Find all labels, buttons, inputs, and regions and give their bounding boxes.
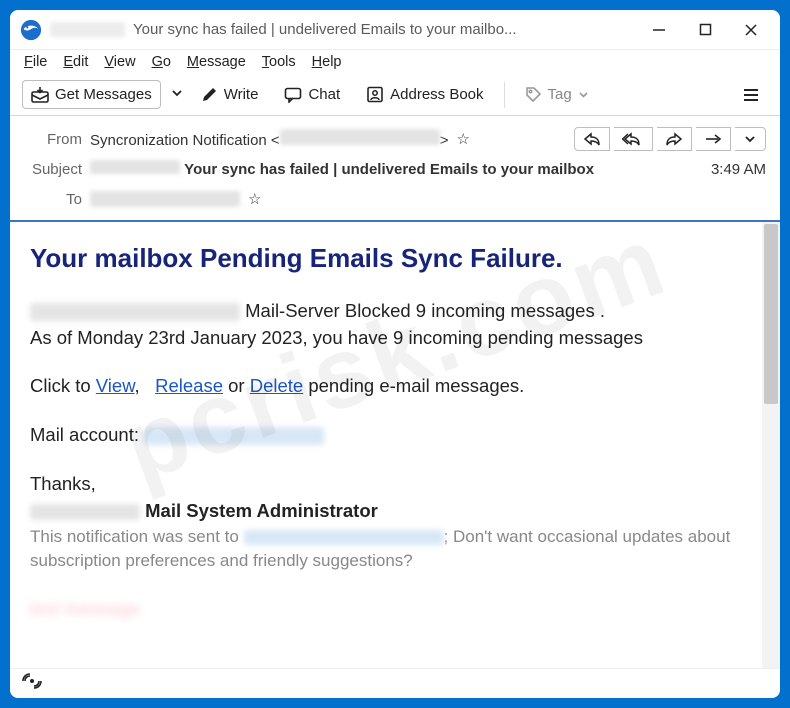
tag-icon [525,86,542,103]
chat-button[interactable]: Chat [276,81,348,108]
titlebar: Your sync has failed | undelivered Email… [10,10,780,50]
chevron-down-icon [578,89,589,100]
scrollbar-track[interactable] [762,222,780,668]
toolbar-separator [504,82,505,108]
test-message-line: test message [30,596,742,623]
message-body: Your mailbox Pending Emails Sync Failure… [10,222,762,668]
menubar: File Edit View Go Message Tools Help [10,50,780,74]
statusbar [10,668,780,698]
more-actions-button[interactable] [735,127,766,151]
maximize-button[interactable] [682,11,728,49]
get-messages-button[interactable]: Get Messages [22,80,161,109]
body-links-line: Click to View, Release or Delete pending… [30,373,742,400]
body-line2: As of Monday 23rd January 2023, you have… [30,325,742,352]
close-button[interactable] [728,11,774,49]
star-icon[interactable]: ☆ [248,190,261,208]
star-icon[interactable]: ☆ [456,130,469,148]
menu-edit[interactable]: Edit [63,54,88,70]
inbox-download-icon [31,87,49,103]
to-label: To [24,191,82,208]
toolbar: Get Messages Write Chat Address Book [10,74,780,116]
address-book-button[interactable]: Address Book [358,81,491,108]
titlebar-redacted [50,22,125,37]
hamburger-icon [742,87,760,103]
chat-bubble-icon [284,87,302,103]
forward-button[interactable] [657,127,692,151]
admin-line: Mail System Administrator [30,498,742,525]
tag-button[interactable]: Tag [517,81,597,108]
scrollbar-thumb[interactable] [764,224,778,404]
menu-help[interactable]: Help [312,54,342,70]
get-messages-label: Get Messages [55,86,152,103]
chat-label: Chat [308,86,340,103]
delete-link[interactable]: Delete [250,375,303,396]
message-headers: From Syncronization Notification <> ☆ [10,116,780,222]
from-label: From [24,131,82,148]
to-redacted [90,191,240,207]
minimize-button[interactable] [636,11,682,49]
menu-tools[interactable]: Tools [262,54,296,70]
menu-message[interactable]: Message [187,54,246,70]
notification-line: This notification was sent to ; Don't wa… [30,525,742,574]
menu-file[interactable]: File [24,54,47,70]
release-link[interactable]: Release [155,375,223,396]
app-window: Your sync has failed | undelivered Email… [10,10,780,698]
view-link[interactable]: View [96,375,135,396]
message-actions [574,127,766,151]
window-title: Your sync has failed | undelivered Email… [133,21,636,38]
address-book-label: Address Book [390,86,483,103]
menu-view[interactable]: View [104,54,135,70]
message-time: 3:49 AM [711,161,766,178]
address-book-icon [366,86,384,103]
thunderbird-icon [20,19,42,41]
thanks-line: Thanks, [30,471,742,498]
write-button[interactable]: Write [193,81,267,108]
app-menu-button[interactable] [734,82,768,108]
from-value: Syncronization Notification <> [90,129,448,149]
activity-icon [22,673,42,694]
redirect-button[interactable] [696,127,731,151]
write-label: Write [224,86,259,103]
mail-account-line: Mail account: [30,422,742,449]
get-messages-dropdown[interactable] [171,87,183,102]
tag-label: Tag [548,86,572,103]
message-body-wrap: Your mailbox Pending Emails Sync Failure… [10,222,780,668]
body-line1: Mail-Server Blocked 9 incoming messages … [30,298,742,325]
reply-button[interactable] [574,127,610,151]
body-heading: Your mailbox Pending Emails Sync Failure… [30,240,742,278]
subject-label: Subject [24,161,82,178]
menu-go[interactable]: Go [152,54,171,70]
subject-value: Your sync has failed | undelivered Email… [90,160,594,178]
reply-all-button[interactable] [614,127,653,151]
pencil-icon [201,86,218,103]
